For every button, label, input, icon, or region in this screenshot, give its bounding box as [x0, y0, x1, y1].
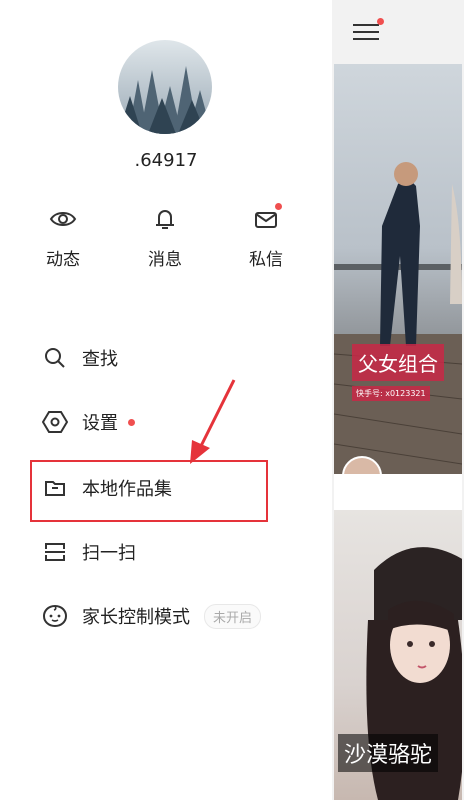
- settings-hexagon-icon: [42, 409, 68, 435]
- eye-icon: [49, 205, 77, 233]
- menu-icon[interactable]: [352, 18, 384, 42]
- unread-dot: [377, 18, 384, 25]
- menu-item-parental-control[interactable]: 家长控制模式 未开启: [28, 594, 308, 638]
- bell-icon: [151, 205, 179, 233]
- card-footer: [334, 474, 462, 510]
- feed-peek: 父女组合 快手号: x0123321 沙漠骆驼: [332, 0, 464, 800]
- child-face-icon: [42, 603, 68, 629]
- feed-card[interactable]: 沙漠骆驼: [334, 510, 462, 800]
- menu-item-settings[interactable]: 设置: [28, 400, 308, 444]
- username[interactable]: .64917: [0, 150, 332, 171]
- notification-dot: [128, 418, 135, 426]
- quick-action-label: 私信: [249, 250, 283, 270]
- menu-item-scan[interactable]: 扫一扫: [28, 530, 308, 574]
- quick-action-private-messages[interactable]: 私信: [226, 203, 306, 270]
- video-title: 父女组合: [352, 344, 444, 381]
- avatar-forest-image: [118, 40, 212, 134]
- menu-label: 扫一扫: [82, 543, 136, 564]
- scan-icon: [42, 539, 68, 565]
- annotation-arrow-icon: [190, 379, 236, 464]
- unread-dot: [275, 203, 282, 210]
- quick-action-dynamics[interactable]: 动态: [23, 205, 103, 270]
- video-thumbnail: [334, 162, 462, 474]
- menu-label: 家长控制模式: [82, 607, 190, 628]
- video-title: 沙漠骆驼: [338, 734, 439, 772]
- video-subtitle: 快手号: x0123321: [352, 386, 430, 401]
- quick-action-messages[interactable]: 消息: [125, 205, 205, 270]
- avatar[interactable]: [118, 40, 212, 134]
- status-badge: 未开启: [204, 603, 262, 629]
- side-drawer: .64917 动态 消息 私信 查找 设置 本地作品集 扫一扫 家长控制模式 未…: [0, 0, 332, 800]
- menu-item-search[interactable]: 查找: [28, 336, 308, 380]
- feed-card[interactable]: 父女组合 快手号: x0123321: [334, 64, 462, 474]
- mail-icon: [252, 203, 282, 233]
- quick-action-label: 动态: [46, 250, 80, 270]
- quick-action-label: 消息: [148, 250, 182, 270]
- menu-label: 设置: [82, 413, 118, 434]
- search-icon: [42, 345, 68, 371]
- menu-label: 查找: [82, 349, 118, 370]
